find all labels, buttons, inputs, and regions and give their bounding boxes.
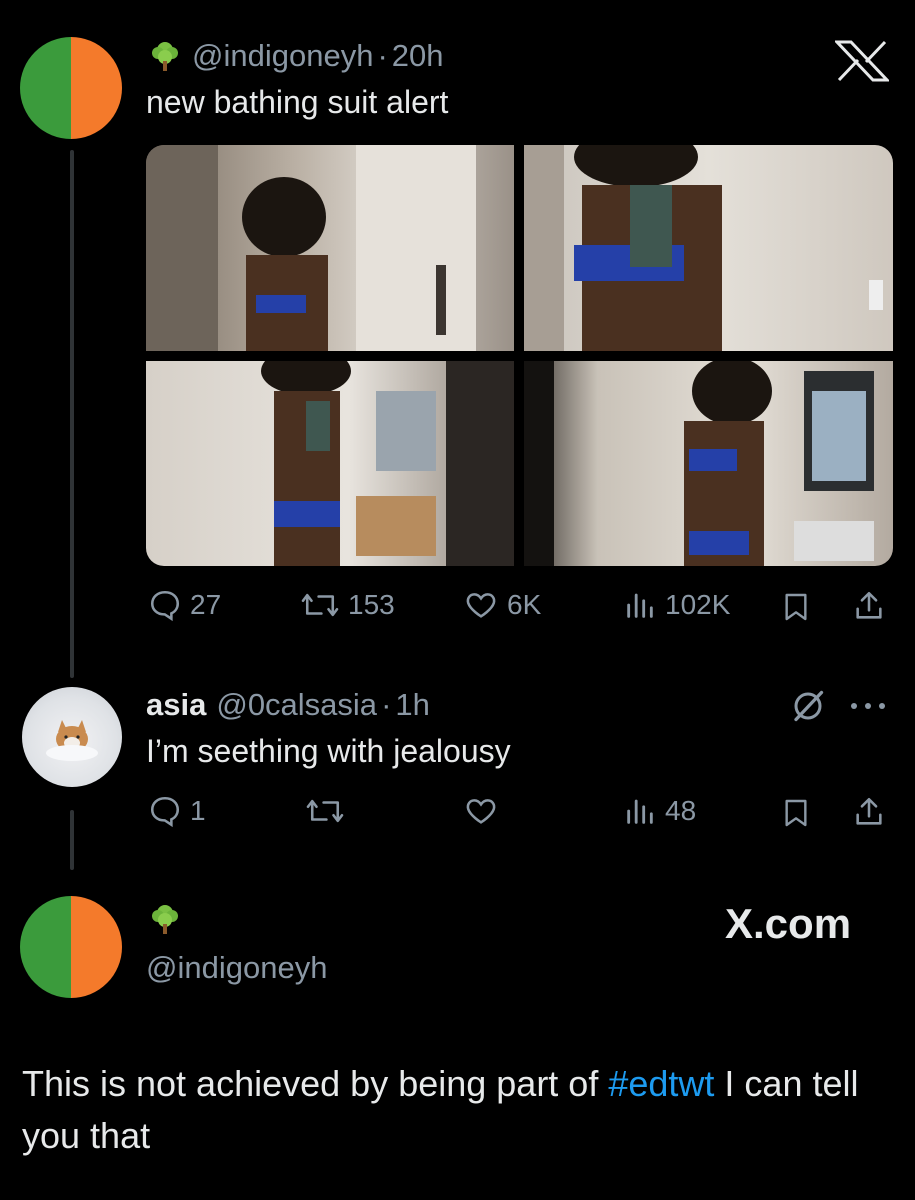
tree-icon xyxy=(148,39,182,73)
photo-3[interactable] xyxy=(146,361,514,566)
reply-icon xyxy=(148,588,182,622)
reply-views-button[interactable]: 48 xyxy=(623,794,696,828)
reply-icon xyxy=(148,794,182,828)
retweet-button[interactable]: 153 xyxy=(300,588,395,622)
reply-count: 27 xyxy=(190,589,222,620)
caption-text: This is not achieved by being part of #e… xyxy=(22,1058,902,1162)
like-icon xyxy=(463,588,499,622)
x-logo-icon xyxy=(835,40,889,82)
grok-icon[interactable] xyxy=(790,688,826,724)
views-button[interactable]: 102K xyxy=(623,588,730,622)
reply-header: asia @0calsasia · 1h xyxy=(146,687,430,723)
avatar-right-half xyxy=(71,896,122,998)
quote-handle[interactable]: @indigoneyh xyxy=(146,950,327,986)
like-button[interactable]: 6K xyxy=(463,588,541,622)
avatar[interactable] xyxy=(20,37,122,139)
quote-name xyxy=(148,902,182,941)
reply-text: I’m seething with jealousy xyxy=(146,733,511,769)
more-icon[interactable] xyxy=(848,700,888,712)
avatar-left-half xyxy=(20,37,71,139)
reply-like-button[interactable] xyxy=(463,794,499,828)
reply-thread-line xyxy=(70,810,74,870)
retweet-icon xyxy=(300,588,340,622)
reply-retweet-button[interactable] xyxy=(305,794,345,828)
tweet-time[interactable]: 20h xyxy=(392,38,444,74)
share-icon[interactable] xyxy=(852,794,886,830)
quote-avatar[interactable] xyxy=(20,896,122,998)
views-icon xyxy=(623,588,657,622)
reply-handle[interactable]: @0calsasia xyxy=(216,687,377,723)
hashtag-link[interactable]: #edtwt xyxy=(608,1063,714,1104)
tweet-header: @indigoneyh · 20h xyxy=(148,38,444,74)
tweet-handle[interactable]: @indigoneyh xyxy=(192,38,373,74)
reply-button[interactable]: 27 xyxy=(148,588,221,622)
avatar-right-half xyxy=(71,37,122,139)
separator-dot: · xyxy=(377,38,388,73)
separator-dot: · xyxy=(381,687,392,722)
retweet-icon xyxy=(305,794,345,828)
photo-1[interactable] xyxy=(146,145,514,351)
photo-2[interactable] xyxy=(524,145,893,351)
reply-views-count: 48 xyxy=(665,795,697,826)
like-count: 6K xyxy=(507,589,542,620)
reply-reply-count: 1 xyxy=(190,795,206,826)
thread-line xyxy=(70,150,74,678)
views-icon xyxy=(623,794,657,828)
share-icon[interactable] xyxy=(852,588,886,624)
avatar-left-half xyxy=(20,896,71,998)
tree-icon xyxy=(148,902,182,936)
x-com-watermark: X.com xyxy=(725,900,852,947)
media-grid[interactable] xyxy=(146,145,893,566)
photo-4[interactable] xyxy=(524,361,893,566)
tweet-text: new bathing suit alert xyxy=(146,84,449,120)
like-icon xyxy=(463,794,499,828)
views-count: 102K xyxy=(665,589,731,620)
bookmark-icon[interactable] xyxy=(780,796,812,830)
bookmark-icon[interactable] xyxy=(780,590,812,624)
reply-time[interactable]: 1h xyxy=(395,687,429,723)
reply-name[interactable]: asia xyxy=(146,687,206,723)
reply-reply-button[interactable]: 1 xyxy=(148,794,206,828)
caption-before: This is not achieved by being part of xyxy=(22,1063,609,1104)
reply-avatar[interactable] xyxy=(22,687,122,787)
retweet-count: 153 xyxy=(348,589,395,620)
